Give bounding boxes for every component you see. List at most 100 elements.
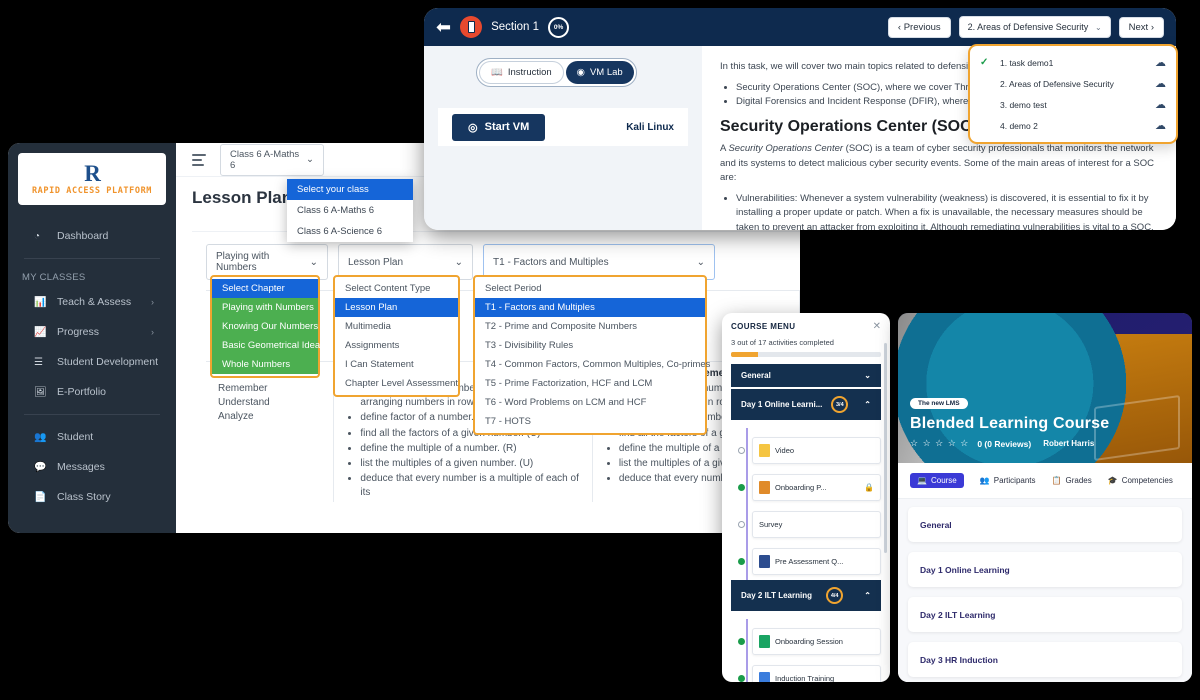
sidebar-item-teach-assess[interactable]: 📊 Teach & Assess › [8, 287, 176, 317]
tab-instruction[interactable]: 📖 Instruction [479, 61, 564, 84]
activity-chip[interactable]: Video [752, 437, 881, 464]
cyber-topbar: ⬅ Section 1 0% ‹ Previous 2. Areas of De… [424, 8, 1176, 46]
hamburger-icon[interactable] [192, 153, 206, 166]
chevron-down-icon: ⌄ [1094, 22, 1102, 32]
cloud-icon[interactable]: ☁ [1155, 56, 1166, 69]
tab-course[interactable]: 💻 Course [910, 473, 964, 488]
course-section-general[interactable]: General ⌄ [731, 364, 881, 387]
cloud-icon[interactable]: ☁ [1155, 77, 1166, 90]
content-type-dropdown-item[interactable]: Multimedia [335, 317, 458, 336]
period-dropdown-item[interactable]: T7 - HOTS [475, 412, 705, 431]
period-dropdown-item[interactable]: T3 - Divisibility Rules [475, 336, 705, 355]
course-section-row[interactable]: Day 2 ILT Learning [908, 597, 1182, 632]
activity-item[interactable]: Survey [722, 506, 890, 543]
course-section-day2[interactable]: Day 2 ILT Learning 4/4 ⌃ [731, 580, 881, 611]
activity-chip[interactable]: Onboarding P... 🔒 [752, 474, 881, 501]
class-dropdown-item[interactable]: Class 6 A-Maths 6 [287, 200, 413, 221]
task-dropdown-menu[interactable]: ✓ 1. task demo1 ☁ 2. Areas of Defensive … [968, 44, 1178, 144]
activity-chip[interactable]: Pre Assessment Q... [752, 548, 881, 575]
cloud-icon[interactable]: ☁ [1155, 98, 1166, 111]
chapter-dropdown-item[interactable]: Whole Numbers [212, 355, 318, 374]
activity-chip[interactable]: Induction Training [752, 665, 881, 682]
class-dropdown-menu[interactable]: Select your class Class 6 A-Maths 6 Clas… [287, 179, 413, 242]
chevron-down-icon: ⌄ [306, 154, 314, 165]
task-dropdown-item[interactable]: 2. Areas of Defensive Security ☁ [970, 73, 1176, 94]
cyber-nav-right: ‹ Previous 2. Areas of Defensive Securit… [887, 16, 1164, 38]
tab-label: Competencies [1121, 476, 1173, 485]
task-dropdown-item[interactable]: 4. demo 2 ☁ [970, 115, 1176, 136]
sidebar-item-dashboard[interactable]: ◔ Dashboard [8, 221, 176, 251]
bar-chart-icon: 📊 [34, 296, 47, 308]
cyber-lab-window: ⬅ Section 1 0% ‹ Previous 2. Areas of De… [424, 8, 1178, 230]
content-type-dropdown-item[interactable]: Select Content Type [335, 279, 458, 298]
next-button[interactable]: Next › [1118, 16, 1164, 38]
activity-item[interactable]: Video [722, 432, 890, 469]
period-dropdown-item[interactable]: Select Period [475, 279, 705, 298]
previous-button[interactable]: ‹ Previous [887, 16, 951, 38]
sidebar-item-label: Dashboard [57, 230, 109, 242]
chapter-dropdown-item[interactable]: Playing with Numbers [212, 298, 318, 317]
period-dropdown-item[interactable]: T6 - Word Problems on LCM and HCF [475, 393, 705, 412]
activity-chip[interactable]: Survey [752, 511, 881, 538]
section-label: Day 2 ILT Learning [741, 591, 812, 600]
class-dropdown-item[interactable]: Select your class [287, 179, 413, 200]
chapter-dropdown-item[interactable]: Knowing Our Numbers [212, 317, 318, 336]
period-dropdown-item[interactable]: T2 - Prime and Composite Numbers [475, 317, 705, 336]
table-col-blooms: Bloom's Taxonomy: Remember Understand An… [206, 368, 335, 502]
activity-item[interactable]: Onboarding P... 🔒 [722, 469, 890, 506]
period-dropdown-item[interactable]: T4 - Common Factors, Common Multiples, C… [475, 355, 710, 374]
sidebar-item-student[interactable]: 👥 Student [8, 422, 176, 452]
sidebar-item-class-story[interactable]: 📄 Class Story [8, 482, 176, 512]
class-dropdown-item[interactable]: Class 6 A-Science 6 [287, 221, 413, 242]
lock-icon: 🔒 [864, 483, 874, 492]
activity-label: Video [775, 446, 795, 455]
activity-item[interactable]: Pre Assessment Q... [722, 543, 890, 580]
content-type-dropdown-item[interactable]: Assignments [335, 336, 458, 355]
content-type-dropdown-menu[interactable]: Select Content Type Lesson Plan Multimed… [333, 275, 460, 397]
chapter-dropdown-item[interactable]: Select Chapter [212, 279, 318, 298]
chapter-dropdown-menu[interactable]: Select Chapter Playing with Numbers Know… [210, 275, 325, 378]
content-type-dropdown-item[interactable]: I Can Statement [335, 355, 458, 374]
course-section-row[interactable]: General [908, 507, 1182, 542]
content-type-dropdown-item[interactable]: Lesson Plan [335, 298, 458, 317]
rap-sidebar: R RAPID ACCESS PLATFORM ◔ Dashboard MY C… [8, 143, 176, 533]
sidebar-item-student-development[interactable]: ☰ Student Development [8, 347, 176, 377]
content-type-dropdown-item[interactable]: Chapter Level Assessment [335, 374, 458, 393]
chevron-up-icon: ⌃ [864, 400, 871, 409]
course-section-day1[interactable]: Day 1 Online Learni... 3/4 ⌃ [731, 389, 881, 420]
back-arrow-icon[interactable]: ⬅ [436, 18, 451, 36]
activity-item[interactable]: Onboarding Session [722, 623, 890, 660]
tab-competencies[interactable]: 🎓 Competencies [1108, 476, 1173, 485]
list-icon: ☰ [34, 356, 43, 368]
period-dropdown-item[interactable]: T1 - Factors and Multiples [475, 298, 705, 317]
soc-paragraph: A Security Operations Center (SOC) is a … [720, 142, 1158, 185]
course-section-row[interactable]: Day 1 Online Learning [908, 552, 1182, 587]
chapter-select-value: Playing with Numbers [216, 251, 270, 273]
cloud-icon[interactable]: ☁ [1155, 119, 1166, 132]
tab-participants[interactable]: 👥 Participants [980, 476, 1036, 485]
tab-vm-lab[interactable]: ◉ VM Lab [565, 61, 634, 84]
course-section-row[interactable]: Day 3 HR Induction [908, 642, 1182, 677]
activity-item[interactable]: Induction Training [722, 660, 890, 682]
sidebar-item-e-portfolio[interactable]: 🖼 E-Portfolio [8, 377, 176, 407]
activity-chip[interactable]: Onboarding Session [752, 628, 881, 655]
rap-logo-mark: R [84, 161, 101, 186]
period-dropdown-menu[interactable]: Select Period T1 - Factors and Multiples… [473, 275, 710, 435]
start-vm-button[interactable]: ◎ Start VM [452, 113, 546, 141]
class-select[interactable]: Class 6 A-Maths 6 ⌄ [220, 143, 324, 176]
period-dropdown-item[interactable]: T5 - Prime Factorization, HCF and LCM [475, 374, 705, 393]
task-dropdown-item[interactable]: 3. demo test ☁ [970, 94, 1176, 115]
course-tabs: 💻 Course 👥 Participants 📋 Grades 🎓 Compe… [898, 463, 1192, 499]
task-select[interactable]: 2. Areas of Defensive Security ⌄ [958, 16, 1111, 38]
task-dropdown-item[interactable]: ✓ 1. task demo1 ☁ [970, 52, 1176, 73]
course-meta: ☆ ☆ ☆ ☆ ☆ 0 (0 Reviews) Robert Harris [910, 438, 1109, 449]
course-menu-scrollbar[interactable] [884, 343, 887, 553]
course-menu-window: COURSE MENU ✕ 3 out of 17 activities com… [722, 313, 890, 682]
sidebar-item-messages[interactable]: 💬 Messages [8, 452, 176, 482]
close-icon[interactable]: ✕ [873, 321, 881, 332]
chapter-dropdown-item[interactable]: Basic Geometrical Ideas [212, 336, 325, 355]
tab-grades[interactable]: 📋 Grades [1052, 476, 1092, 485]
cyber-shield-icon [460, 16, 483, 38]
sidebar-item-progress[interactable]: 📈 Progress › [8, 317, 176, 347]
image-icon: 🖼 [34, 386, 47, 398]
